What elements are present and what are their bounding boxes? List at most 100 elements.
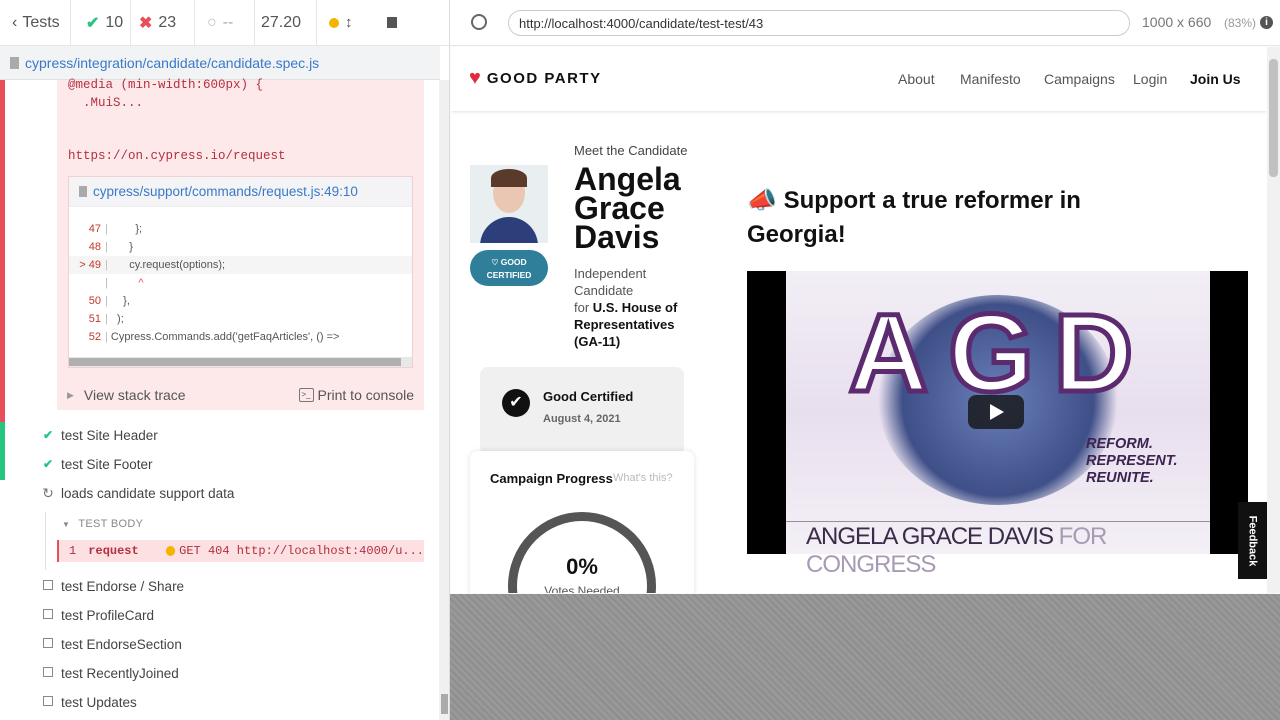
code-line: 52 | Cypress.Commands.add('getFaqArticles… bbox=[88, 331, 340, 343]
code-line-highlight: > 49 | cy.request(options); bbox=[69, 256, 412, 274]
aut-url-bar: http://localhost:4000/candidate/test-tes… bbox=[450, 0, 1280, 46]
triangle-down-icon: ▼ bbox=[62, 520, 71, 529]
good-certified-badge: ♡ GOOD CERTIFIED bbox=[470, 250, 548, 286]
app-scrollbar[interactable] bbox=[1267, 47, 1280, 593]
checkbox-empty-icon bbox=[40, 666, 56, 680]
triangle-right-icon: ▶ bbox=[67, 389, 74, 400]
checkbox-empty-icon bbox=[40, 579, 56, 593]
megaphone-icon: 📣 bbox=[747, 187, 777, 214]
test-item[interactable]: ✔ test Site Footer bbox=[40, 453, 153, 475]
test-item[interactable]: test Endorse / Share bbox=[40, 575, 184, 597]
error-docs-link[interactable]: https://on.cypress.io/request bbox=[68, 149, 286, 163]
test-body-guide bbox=[45, 512, 46, 570]
file-icon bbox=[10, 56, 19, 69]
refresh-icon: ↻ bbox=[42, 484, 54, 501]
runner-panel: ‹ Tests ✔ 10 ✖ 23 ○ -- 27.20 ↕ cypress/i… bbox=[0, 0, 450, 720]
failed-count: ✖ 23 bbox=[131, 0, 195, 46]
check-icon: ✔ bbox=[42, 457, 54, 471]
duration: 27.20 bbox=[255, 0, 317, 46]
whats-this-link[interactable]: What's this? bbox=[613, 472, 673, 484]
check-icon: ✔ bbox=[42, 428, 54, 442]
nav-login[interactable]: Login bbox=[1133, 71, 1167, 89]
code-hscrollbar[interactable] bbox=[69, 357, 412, 367]
site-logo[interactable]: ♥ GOOD PARTY bbox=[469, 67, 602, 90]
arrow-updown-icon: ↕ bbox=[345, 14, 353, 31]
viewport-scale: (83%) bbox=[1224, 16, 1257, 30]
crosshair-icon[interactable] bbox=[471, 14, 487, 30]
spec-path-bar[interactable]: cypress/integration/candidate/candidate.… bbox=[0, 46, 440, 80]
terminal-icon: >_ bbox=[298, 388, 314, 402]
stop-icon bbox=[387, 17, 397, 28]
meet-label: Meet the Candidate bbox=[574, 143, 688, 158]
campaign-progress-card: Campaign Progress What's this? 0% Votes … bbox=[470, 451, 694, 593]
runner-header: ‹ Tests ✔ 10 ✖ 23 ○ -- 27.20 ↕ bbox=[0, 0, 449, 46]
passed-stripe bbox=[0, 422, 5, 480]
candidate-name: Angela Grace Davis bbox=[574, 161, 681, 255]
nav-campaigns[interactable]: Campaigns bbox=[1044, 71, 1115, 89]
feedback-tab[interactable]: Feedback bbox=[1238, 502, 1267, 579]
runner-scrollbar[interactable] bbox=[439, 80, 449, 720]
progress-ring bbox=[508, 512, 656, 593]
app-viewport: ♥ GOOD PARTY About Manifesto Campaigns L… bbox=[451, 47, 1267, 593]
spinner-icon: ○ bbox=[207, 13, 217, 31]
pending-count: ○ -- bbox=[195, 0, 255, 46]
site-header: ♥ GOOD PARTY About Manifesto Campaigns L… bbox=[451, 47, 1267, 111]
print-to-console-button[interactable]: >_ Print to console bbox=[298, 387, 414, 403]
campaign-headline: 📣 Support a true reformer in Georgia! bbox=[747, 187, 1081, 248]
test-item[interactable]: test Updates bbox=[40, 691, 137, 713]
test-item[interactable]: test EndorseSection bbox=[40, 633, 182, 655]
play-button[interactable] bbox=[968, 395, 1024, 429]
error-actions: ▶ View stack trace >_ Print to console bbox=[57, 380, 424, 410]
candidate-office: for U.S. House of Representatives (GA-11… bbox=[574, 300, 678, 349]
test-body-heading[interactable]: ▼ TEST BODY bbox=[62, 518, 143, 530]
checkmark-icon: ✔ bbox=[502, 389, 530, 417]
info-icon[interactable]: i bbox=[1260, 16, 1273, 29]
auto-scroll-toggle[interactable]: ↕ bbox=[317, 0, 377, 46]
video-thumbnail: AGD REFORM. REPRESENT. REUNITE. ANGELA G… bbox=[786, 271, 1210, 578]
code-line: 48 | } bbox=[88, 241, 133, 253]
viewport-backdrop bbox=[450, 594, 1280, 720]
nav-manifesto[interactable]: Manifesto bbox=[960, 71, 1021, 89]
campaign-video[interactable]: AGD REFORM. REPRESENT. REUNITE. ANGELA G… bbox=[747, 271, 1248, 578]
candidate-party: Independent Candidate bbox=[574, 266, 647, 298]
tests-label: Tests bbox=[22, 13, 60, 31]
view-stack-trace-toggle[interactable]: ▶ View stack trace bbox=[67, 387, 186, 403]
command-row[interactable]: 1 request GET 404 http://localhost:4000/… bbox=[57, 540, 424, 562]
test-item[interactable]: test ProfileCard bbox=[40, 604, 154, 626]
status-dot-icon bbox=[165, 546, 176, 556]
code-frame-file[interactable]: cypress/support/commands/request.js:49:1… bbox=[69, 177, 412, 207]
play-icon bbox=[990, 404, 1004, 420]
test-item-running[interactable]: ↻ loads candidate support data bbox=[40, 482, 234, 504]
spec-path: cypress/integration/candidate/candidate.… bbox=[25, 54, 320, 71]
error-css-text: @media (min-width:600px) { .MuiS... bbox=[68, 78, 264, 110]
check-icon: ✔ bbox=[86, 14, 100, 32]
video-caption: ANGELA GRACE DAVIS FOR CONGRESS bbox=[806, 523, 1107, 578]
candidate-photo bbox=[470, 165, 548, 243]
heart-icon: ♡ bbox=[491, 258, 501, 267]
app-preview: http://localhost:4000/candidate/test-tes… bbox=[450, 0, 1280, 720]
nav-about[interactable]: About bbox=[898, 71, 935, 87]
error-stripe bbox=[0, 80, 5, 422]
certified-card: ✔ Good Certified August 4, 2021 bbox=[480, 367, 684, 455]
nav-join-us[interactable]: Join Us bbox=[1190, 71, 1241, 89]
test-item[interactable]: ✔ test Site Header bbox=[40, 424, 158, 446]
stop-button[interactable] bbox=[377, 0, 407, 46]
x-icon: ✖ bbox=[139, 14, 153, 32]
checkbox-empty-icon bbox=[40, 695, 56, 709]
checkbox-empty-icon bbox=[40, 608, 56, 622]
checkbox-empty-icon bbox=[40, 637, 56, 651]
tests-back-button[interactable]: ‹ Tests bbox=[0, 0, 71, 46]
test-item[interactable]: test RecentlyJoined bbox=[40, 662, 179, 684]
code-frame: cypress/support/commands/request.js:49:1… bbox=[68, 176, 413, 368]
code-line: 51 | ); bbox=[88, 313, 124, 325]
app-scroll-thumb[interactable] bbox=[1269, 59, 1278, 177]
url-input[interactable]: http://localhost:4000/candidate/test-tes… bbox=[508, 10, 1130, 36]
viewport-size: 1000 x 660 bbox=[1142, 14, 1212, 30]
code-hscroll-thumb[interactable] bbox=[69, 358, 401, 366]
chevron-left-icon: ‹ bbox=[12, 13, 18, 31]
heart-icon: ♥ bbox=[469, 67, 481, 89]
video-slogan: REFORM. REPRESENT. REUNITE. bbox=[1086, 436, 1178, 486]
file-icon bbox=[79, 186, 87, 197]
code-caret-line: | ^ bbox=[105, 277, 144, 289]
runner-scroll-thumb[interactable] bbox=[441, 694, 448, 714]
